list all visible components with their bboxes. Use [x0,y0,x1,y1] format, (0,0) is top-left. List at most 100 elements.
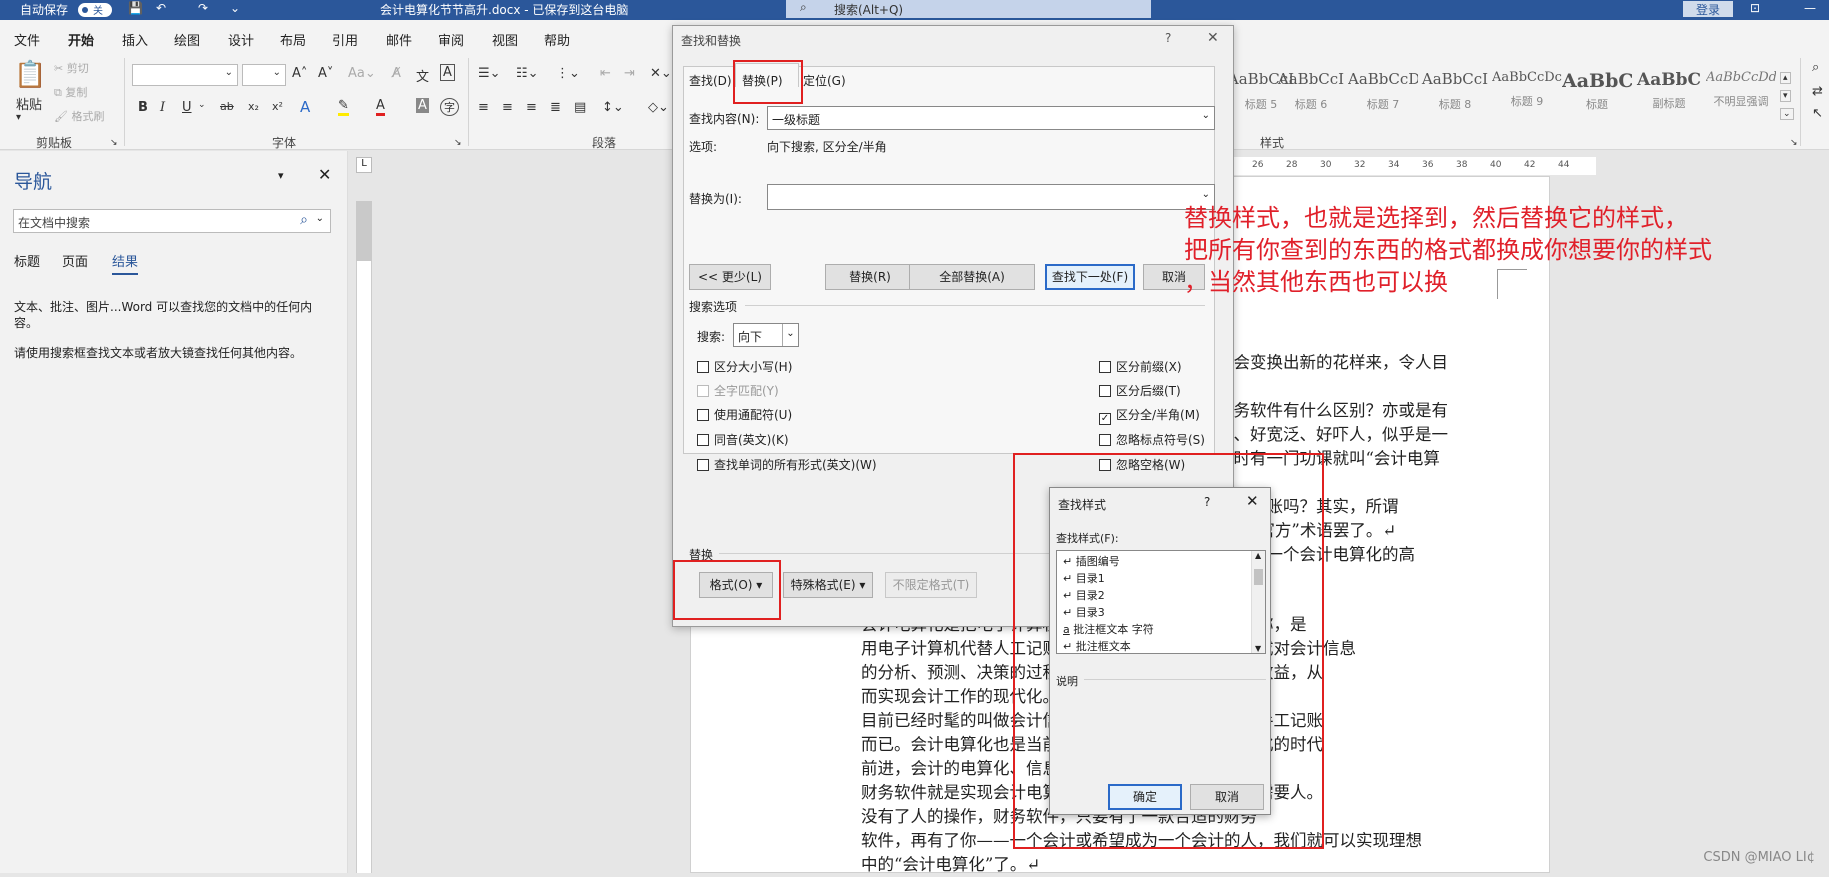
clipboard-launcher-icon[interactable]: ↘ [110,138,118,148]
font-launcher-icon[interactable]: ↘ [454,138,462,148]
nav-tab-headings[interactable]: 标题 [14,251,40,270]
phonetic-guide-icon[interactable]: 文 [416,66,429,85]
tab-selector-icon[interactable]: L [356,157,372,173]
save-icon[interactable]: 💾 [128,1,143,15]
decrease-indent-icon[interactable]: ⇤ [600,66,611,81]
styles-launcher-icon[interactable]: ↘ [1790,138,1798,148]
distribute-icon[interactable]: ▤ [574,100,586,115]
font-size-select[interactable]: ⌄ [242,64,286,86]
nav-options-icon[interactable]: ▾ [278,169,284,182]
tab-find[interactable]: 查找(D) [689,72,732,89]
replace-icon[interactable]: ⇄ [1812,84,1823,99]
ribbon-display-icon[interactable]: ⊡ [1750,1,1760,15]
bold-icon[interactable]: B [138,100,148,115]
font-color-icon[interactable]: A [376,98,385,116]
style-heading-7[interactable]: AaBbCcD标题 7 [1348,70,1418,122]
superscript-icon[interactable]: x² [272,100,283,113]
menu-file[interactable]: 文件 [14,30,40,49]
underline-dropdown-icon[interactable]: ⌄ [198,100,206,110]
search-direction-select[interactable]: 向下 ⌄ [733,323,799,347]
style-heading-8[interactable]: AaBbCcI标题 8 [1420,70,1490,122]
subscript-icon[interactable]: x₂ [248,100,259,113]
sounds-like-checkbox[interactable]: 同音(英文)(K) [697,431,789,448]
word-forms-checkbox[interactable]: 查找单词的所有形式(英文)(W) [697,456,877,473]
style-heading-9[interactable]: AaBbCcDc标题 9 [1492,70,1562,122]
special-format-button[interactable]: 特殊格式(E) ▾ [783,572,873,598]
paste-dropdown-icon[interactable]: ▾ [16,112,21,123]
ignore-punct-checkbox[interactable]: 忽略标点符号(S) [1099,431,1205,448]
match-case-checkbox[interactable]: 区分大小写(H) [697,358,792,375]
autosave-toggle[interactable]: 关 [78,3,112,17]
less-button[interactable]: << 更少(L) [689,264,771,290]
chevron-down-icon[interactable]: ⌄ [316,213,324,224]
search-bar[interactable]: ⌕ 搜索(Alt+Q) [786,0,1151,18]
menu-references[interactable]: 引用 [332,30,358,49]
italic-icon[interactable]: I [160,100,165,115]
line-spacing-icon[interactable]: ↕⌄ [602,100,624,115]
no-formatting-button[interactable]: 不限定格式(T) [885,572,977,598]
find-what-input[interactable]: 一级标题 ⌄ [767,106,1215,130]
nav-tab-pages[interactable]: 页面 [62,251,88,270]
chevron-down-icon[interactable]: ⌄ [1202,110,1210,121]
character-border-icon[interactable]: A [440,64,455,81]
styles-more-icon[interactable]: ⌄ [1780,108,1794,120]
match-width-checkbox[interactable]: ✓区分全/半角(M) [1099,406,1200,425]
align-right-icon[interactable]: ≡ [526,100,537,115]
help-icon[interactable]: ? [1165,31,1171,45]
style-heading-6[interactable]: AaBbCcI标题 6 [1276,70,1346,122]
chevron-down-icon[interactable]: ⌄ [1202,189,1210,200]
style-subtitle[interactable]: AaBbC副标题 [1634,70,1704,122]
whole-word-checkbox[interactable]: 全字匹配(Y) [697,382,779,399]
change-case-icon[interactable]: Aa⌄ [348,66,376,81]
align-center-icon[interactable]: ≡ [502,100,513,115]
shrink-font-icon[interactable]: A˅ [318,66,333,81]
replace-with-input[interactable]: ⌄ [767,184,1215,210]
menu-design[interactable]: 设计 [228,30,254,49]
styles-scroll-up-icon[interactable]: ▴ [1780,72,1791,84]
minimize-icon[interactable]: — [1804,1,1816,15]
bullets-icon[interactable]: ☰⌄ [478,66,501,81]
clear-formatting-icon[interactable]: A̸ [392,66,401,81]
menu-layout[interactable]: 布局 [280,30,306,49]
redo-icon[interactable]: ↷ [198,1,208,15]
shading-icon[interactable]: ◇⌄ [648,100,669,115]
menu-view[interactable]: 视图 [492,30,518,49]
font-name-select[interactable]: ⌄ [132,64,238,86]
character-shading-icon[interactable]: A [416,98,429,113]
style-title[interactable]: AaBbC标题 [1562,70,1632,122]
find-icon[interactable]: ⌕ [1812,60,1819,75]
style-subtle-emphasis[interactable]: AaBbCcDd不明显强调 [1706,70,1776,122]
cut-button[interactable]: ✂ 剪切 [54,60,89,76]
replace-all-button[interactable]: 全部替换(A) [909,264,1035,290]
paste-label[interactable]: 粘贴 [16,94,42,113]
justify-icon[interactable]: ≣ [550,100,561,115]
menu-review[interactable]: 审阅 [438,30,464,49]
styles-scroll-down-icon[interactable]: ▾ [1780,90,1791,102]
increase-indent-icon[interactable]: ⇥ [624,66,635,81]
close-icon[interactable]: ✕ [1207,30,1219,46]
strikethrough-icon[interactable]: ab [220,100,234,113]
grow-font-icon[interactable]: A˄ [292,66,307,81]
nav-tab-results[interactable]: 结果 [112,251,138,275]
select-icon[interactable]: ↖ [1812,106,1823,121]
menu-insert[interactable]: 插入 [122,30,148,49]
menu-draw[interactable]: 绘图 [174,30,200,49]
login-button[interactable]: 登录 [1683,1,1733,17]
numbering-icon[interactable]: ☷⌄ [516,66,539,81]
highlight-icon[interactable]: ✎ [338,98,349,116]
copy-button[interactable]: ⧉ 复制 [54,84,87,100]
paste-icon[interactable]: 📋 [14,60,46,90]
match-suffix-checkbox[interactable]: 区分后缀(T) [1099,382,1181,399]
menu-mailings[interactable]: 邮件 [386,30,412,49]
text-effects-icon[interactable]: A [300,98,310,116]
format-painter-button[interactable]: 🖌 格式刷 [54,108,104,124]
match-prefix-checkbox[interactable]: 区分前缀(X) [1099,358,1182,375]
chevron-down-icon[interactable]: ⌄ [782,324,798,346]
align-left-icon[interactable]: ≡ [478,100,489,115]
tab-goto[interactable]: 定位(G) [803,72,846,89]
nav-search-input[interactable]: 在文档中搜索 ⌕ ⌄ [13,209,331,233]
chinese-layout-icon[interactable]: ✕⌄ [650,66,672,81]
undo-icon[interactable]: ↶ [156,1,166,15]
multilevel-list-icon[interactable]: ⋮⌄ [556,66,580,81]
underline-icon[interactable]: U [182,100,192,115]
